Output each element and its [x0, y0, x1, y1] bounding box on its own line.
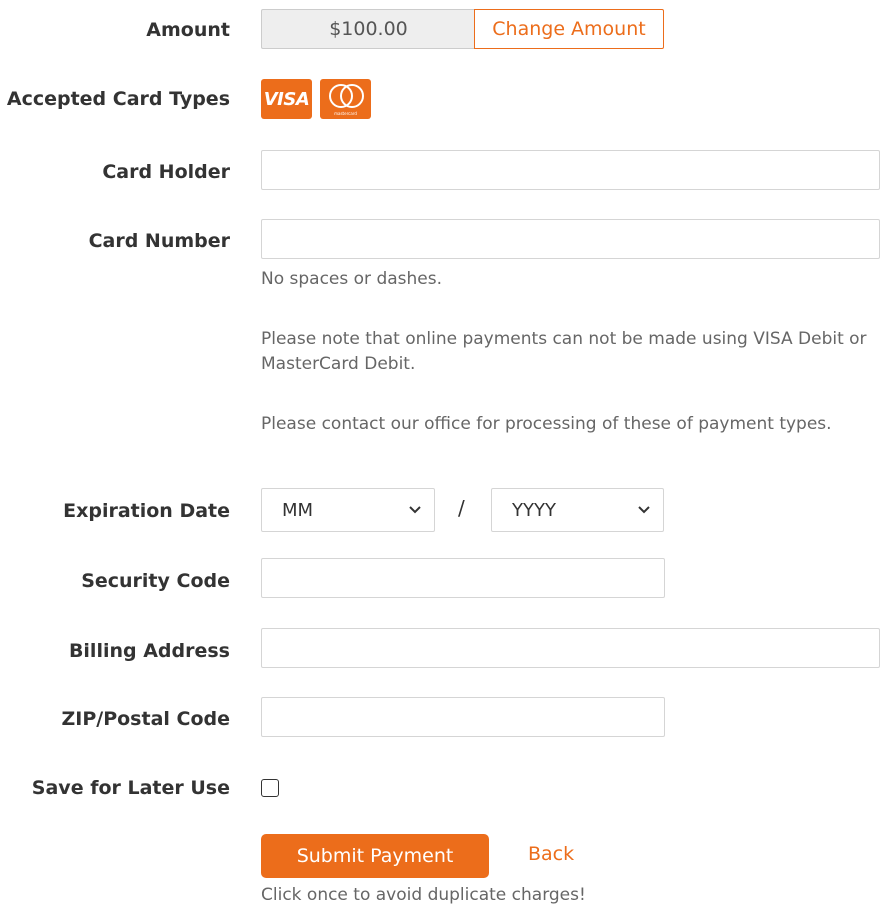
expiration-year-select[interactable]: YYYY — [491, 488, 664, 532]
card-holder-label: Card Holder — [102, 161, 230, 183]
card-number-help: No spaces or dashes. — [261, 269, 443, 289]
mastercard-caption: mastercard — [334, 111, 357, 116]
billing-address-input[interactable] — [261, 628, 880, 668]
debit-card-note: Please note that online payments can not… — [261, 329, 867, 374]
accepted-card-types-label: Accepted Card Types — [6, 88, 230, 110]
mastercard-icon: mastercard — [320, 79, 371, 119]
expiration-month-value: MM — [282, 499, 314, 521]
duplicate-charges-note: Click once to avoid duplicate charges! — [261, 885, 586, 905]
submit-payment-button[interactable]: Submit Payment — [261, 834, 489, 878]
save-for-later-checkbox[interactable] — [261, 779, 279, 797]
save-for-later-label: Save for Later Use — [31, 777, 230, 799]
contact-office-note: Please contact our office for processing… — [261, 414, 832, 434]
chevron-down-icon — [638, 506, 650, 514]
expiration-month-select[interactable]: MM — [261, 488, 435, 532]
amount-value: $100.00 — [261, 9, 475, 49]
card-number-input[interactable] — [261, 219, 880, 259]
change-amount-button[interactable]: Change Amount — [474, 9, 664, 49]
expiration-separator: / — [458, 496, 465, 520]
zip-code-input[interactable] — [261, 697, 665, 737]
billing-address-label: Billing Address — [68, 640, 230, 662]
security-code-input[interactable] — [261, 558, 665, 598]
expiration-year-value: YYYY — [512, 499, 556, 521]
amount-label: Amount — [146, 19, 230, 41]
security-code-label: Security Code — [81, 570, 230, 592]
visa-logo-text: VISA — [263, 88, 310, 110]
back-link[interactable]: Back — [528, 843, 574, 865]
visa-icon: VISA — [261, 79, 312, 119]
card-number-label: Card Number — [88, 230, 230, 252]
zip-code-label: ZIP/Postal Code — [61, 708, 230, 730]
expiration-date-label: Expiration Date — [63, 500, 230, 522]
chevron-down-icon — [409, 506, 421, 514]
card-holder-input[interactable] — [261, 150, 880, 190]
